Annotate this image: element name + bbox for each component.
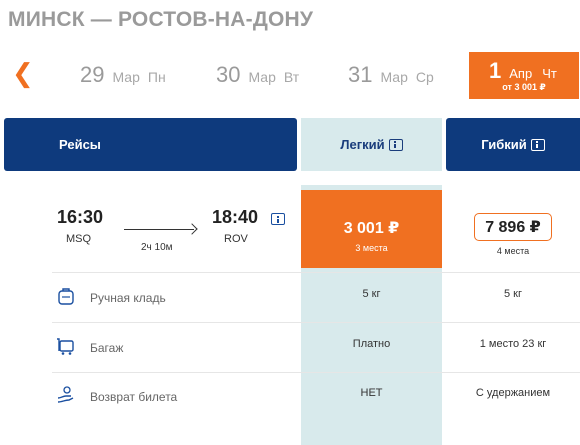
refund-icon (57, 386, 74, 403)
date-day: 29 (80, 62, 105, 87)
date-day: 1 (489, 58, 502, 83)
light-fare-price: 3 001 ₽ (343, 220, 400, 237)
date-day: 31 (348, 62, 373, 87)
light-baggage-value: Платно (352, 338, 391, 350)
date-weekday: Ср (415, 69, 434, 85)
divider (52, 372, 580, 373)
info-icon[interactable] (388, 138, 403, 151)
flexible-baggage-value: 1 место 23 кг (479, 338, 547, 350)
light-fare-price-button[interactable]: 3 001 ₽ 3 места (301, 190, 442, 268)
date-option-selected[interactable]: 1 Апр Чт от 3 001 ₽ (469, 52, 579, 99)
date-weekday: Чт (542, 66, 557, 81)
flight-info-icon[interactable] (271, 211, 285, 225)
date-min-price: от 3 001 ₽ (502, 82, 546, 92)
feature-label-hand-luggage: Ручная кладь (90, 291, 166, 305)
prev-dates-arrow-icon[interactable]: ❮ (12, 60, 34, 86)
flexible-fare-label: Гибкий (481, 137, 527, 152)
info-icon[interactable] (530, 138, 545, 151)
light-fare-header[interactable]: Легкий (301, 118, 442, 171)
flexible-fare-header[interactable]: Гибкий (446, 118, 580, 171)
light-fare-label: Легкий (340, 137, 385, 152)
flexible-fare-seats: 4 места (496, 246, 530, 256)
feature-label-baggage: Багаж (90, 341, 124, 355)
date-month: Мар (380, 69, 408, 85)
divider (52, 322, 580, 323)
date-option-30[interactable]: 30 Мар Вт (216, 62, 299, 88)
date-weekday: Вт (283, 69, 300, 85)
date-month: Мар (248, 69, 276, 85)
flight-arrow-line (124, 229, 194, 230)
divider (52, 272, 580, 273)
date-month: Апр (509, 66, 533, 81)
flights-header-label: Рейсы (59, 137, 101, 152)
flights-header: Рейсы (4, 118, 297, 171)
feature-label-refund: Возврат билета (90, 390, 178, 404)
light-fare-seats: 3 места (355, 243, 388, 253)
light-hand-luggage-value: 5 кг (362, 288, 381, 300)
arrive-time: 18:40 (212, 207, 259, 227)
flight-duration: 2ч 10м (141, 242, 173, 253)
info-icon (271, 213, 285, 225)
date-option-29[interactable]: 29 Мар Пн (80, 62, 166, 88)
flexible-fare-price: 7 896 ₽ (485, 219, 541, 236)
depart-time: 16:30 (57, 207, 104, 227)
date-option-31[interactable]: 31 Мар Ср (348, 62, 434, 88)
page-title: МИНСК — РОСТОВ-НА-ДОНУ (8, 8, 314, 31)
date-day: 30 (216, 62, 241, 87)
flexible-refund-value: С удержанием (475, 387, 551, 399)
date-month: Мар (112, 69, 140, 85)
flexible-hand-luggage-value: 5 кг (504, 288, 522, 300)
light-refund-value: НЕТ (360, 387, 383, 399)
baggage-icon (57, 338, 74, 355)
arrow-right-icon (186, 223, 198, 235)
depart-airport-code: MSQ (66, 233, 92, 245)
hand-luggage-icon (58, 288, 74, 305)
date-weekday: Пн (147, 69, 166, 85)
flexible-fare-price-button[interactable]: 7 896 ₽ (474, 213, 552, 241)
arrive-airport-code: ROV (224, 233, 248, 245)
